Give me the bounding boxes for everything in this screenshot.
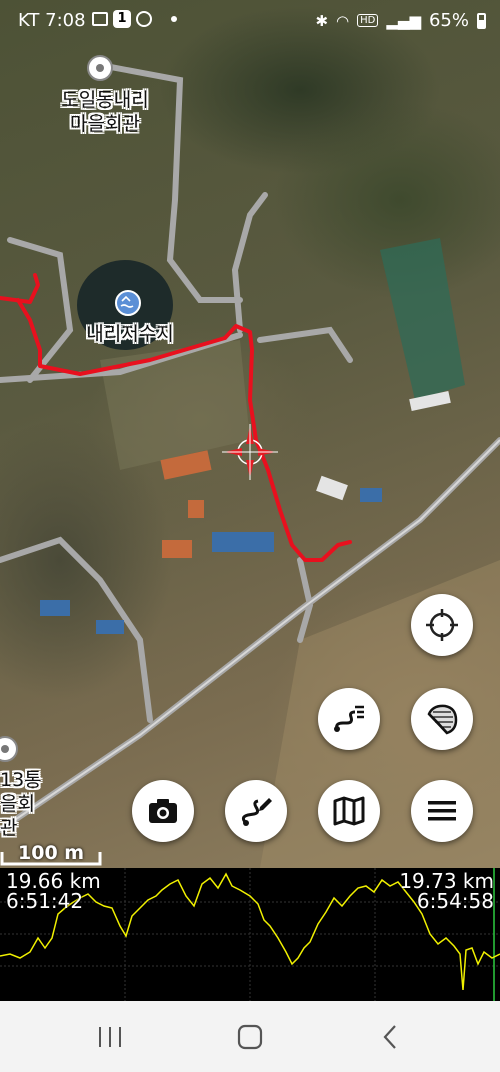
map-layers-button[interactable] bbox=[411, 688, 473, 750]
building-blue-4 bbox=[360, 488, 382, 502]
home-icon bbox=[237, 1024, 263, 1050]
crosshair-locate-icon bbox=[426, 609, 458, 641]
building-blue-3 bbox=[96, 620, 124, 634]
greenhouse-field bbox=[380, 238, 465, 400]
map-sheet-icon bbox=[427, 704, 458, 735]
battery-icon bbox=[477, 12, 486, 29]
camera-button[interactable] bbox=[132, 780, 194, 842]
left-time: 6:51:42 bbox=[6, 889, 84, 913]
draw-track-icon bbox=[241, 798, 272, 826]
camera-icon bbox=[149, 799, 177, 823]
building-blue-1 bbox=[212, 532, 274, 552]
back-button[interactable] bbox=[360, 1019, 420, 1055]
play-icon bbox=[136, 11, 152, 27]
pale-field bbox=[100, 340, 250, 470]
road-north-south bbox=[231, 192, 268, 333]
hd-icon: HD bbox=[357, 14, 379, 27]
wifi-icon: ◠ bbox=[336, 11, 350, 30]
satellite-map[interactable]: 도일동내리 마을회관 내리저수지 13통 을회관 100 m bbox=[0, 0, 500, 868]
building-orange-3 bbox=[188, 500, 204, 518]
recents-button[interactable] bbox=[80, 1019, 140, 1055]
folded-map-icon bbox=[333, 796, 365, 826]
status-time: KT 7:08 bbox=[18, 10, 86, 31]
hamburger-menu-icon bbox=[428, 801, 456, 821]
menu-button[interactable] bbox=[411, 780, 473, 842]
locate-button[interactable] bbox=[411, 594, 473, 656]
elevation-profile[interactable]: 19.66 km 6:51:42 19.73 km 6:54:58 bbox=[0, 868, 500, 1001]
reservoir-marker[interactable] bbox=[115, 290, 141, 316]
home-button[interactable] bbox=[220, 1019, 280, 1055]
route-list-icon bbox=[334, 705, 364, 732]
gallery-icon bbox=[92, 12, 108, 26]
status-bar: KT 7:08 1 ✱ ◠ HD ▂▄▆ 65% bbox=[0, 0, 500, 40]
road-village bbox=[0, 536, 153, 723]
village-hall-label: 도일동내리 마을회관 bbox=[61, 89, 149, 135]
right-time: 6:54:58 bbox=[416, 889, 494, 913]
record-track-button[interactable] bbox=[225, 780, 287, 842]
building-orange-2 bbox=[162, 540, 192, 558]
recents-icon bbox=[99, 1027, 121, 1047]
battery-percent: 65% bbox=[428, 10, 469, 31]
reservoir-label: 내리저수지 bbox=[86, 323, 174, 345]
bluetooth-icon: ✱ bbox=[315, 11, 329, 30]
road-south-branch bbox=[297, 557, 314, 643]
maps-button[interactable] bbox=[318, 780, 380, 842]
track-list-button[interactable] bbox=[318, 688, 380, 750]
notification-count-icon: 1 bbox=[113, 10, 131, 28]
building-white-1 bbox=[316, 475, 348, 501]
dot-icon bbox=[171, 16, 177, 22]
system-nav-bar bbox=[0, 1001, 500, 1072]
left-hall-label: 13통 을회관 bbox=[0, 769, 42, 839]
building-blue-2 bbox=[40, 600, 70, 616]
signal-icon: ▂▄▆ bbox=[386, 11, 421, 30]
scale-label: 100 m bbox=[18, 842, 85, 864]
road-east bbox=[257, 326, 353, 363]
village-hall-marker[interactable] bbox=[87, 55, 113, 81]
back-icon bbox=[383, 1025, 396, 1049]
